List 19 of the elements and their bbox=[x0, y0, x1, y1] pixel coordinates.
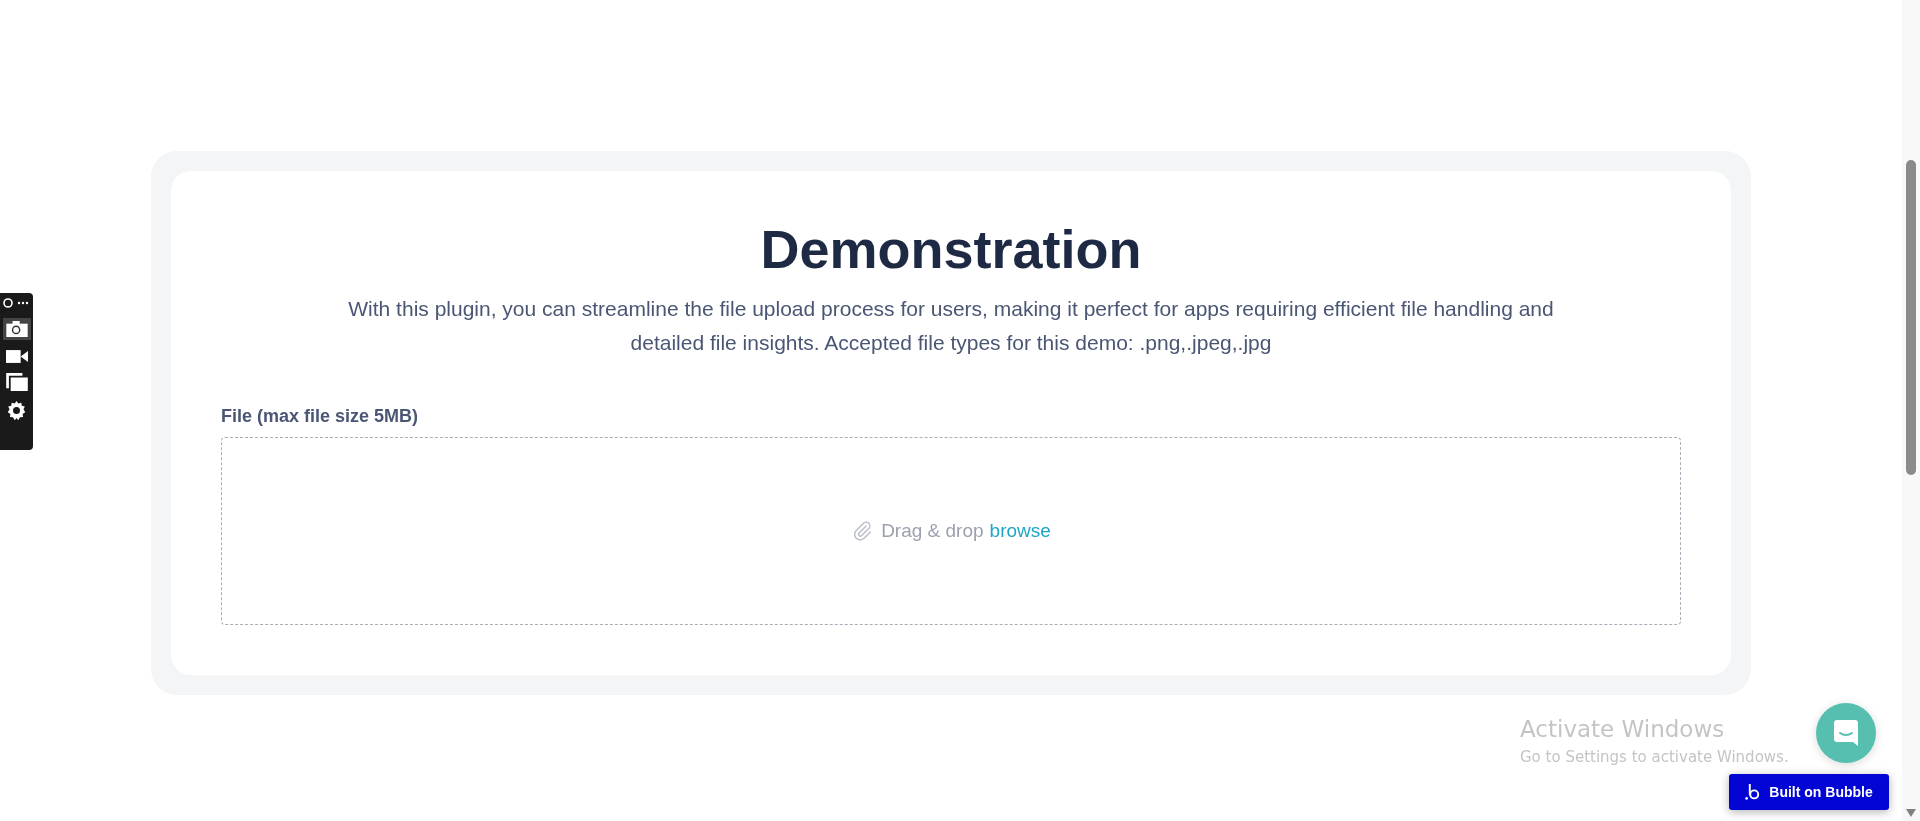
description: With this plugin, you can streamline the file upload process for users, making it perfect for apps requiring efficient file handling and detailed file insights. Accepted file types for this demo: .png,.jpeg,.jpg bbox=[347, 295, 1555, 356]
field-label: File (max file size 5MB) bbox=[221, 405, 420, 427]
scrollbar[interactable] bbox=[1902, 0, 1920, 821]
drop-zone[interactable]: Drag & drop browse bbox=[221, 436, 1681, 625]
activation-hint: Go to Settings to activate Windows. bbox=[1520, 748, 1789, 766]
activation-title: Activate Windows bbox=[1520, 716, 1726, 742]
chat-icon bbox=[1834, 720, 1858, 746]
camera-icon[interactable] bbox=[5, 321, 28, 337]
paperclip-icon bbox=[851, 519, 874, 542]
scrollbar-thumb[interactable] bbox=[1906, 160, 1916, 475]
video-camera-icon[interactable] bbox=[5, 349, 28, 364]
drop-prompt: Drag & drop bbox=[881, 519, 984, 542]
settings-icon[interactable] bbox=[6, 400, 27, 421]
page-title: Demonstration bbox=[760, 218, 1142, 281]
scroll-down-icon[interactable] bbox=[1906, 809, 1916, 817]
bubble-logo-icon bbox=[1745, 783, 1762, 801]
browse-link[interactable]: browse bbox=[989, 519, 1051, 542]
windows-icon[interactable] bbox=[5, 373, 28, 391]
built-on-bubble-button[interactable]: Built on Bubble bbox=[1729, 774, 1889, 810]
